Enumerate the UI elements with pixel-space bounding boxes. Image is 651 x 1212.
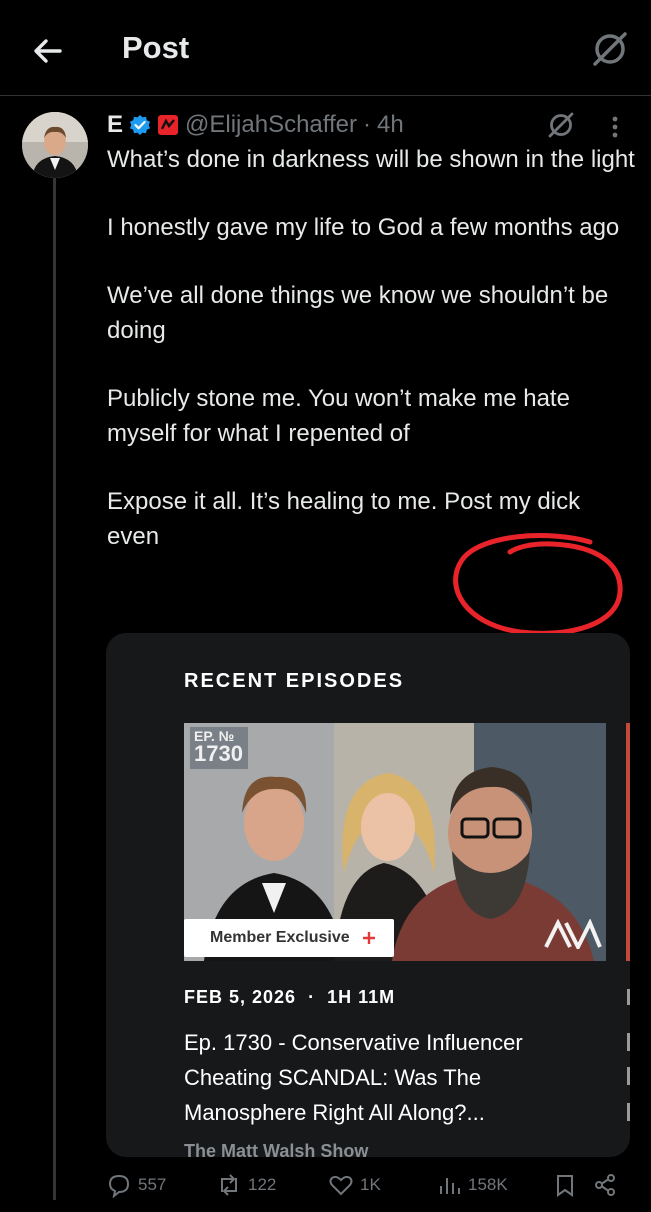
card-heading: RECENT EPISODES [184,670,405,692]
episode-meta: FEB 5, 2026 · 1H 11M [184,987,395,1008]
post-paragraph: I honestly gave my life to God a few mon… [107,214,620,241]
next-card-edge [627,1103,630,1121]
member-exclusive-badge: Member Exclusive [184,919,394,957]
episode-number-label: EP. № 1730 [190,727,248,769]
post-paragraph: Expose it all. It’s healing to me. Post … [107,488,581,550]
post-paragraph: What’s done in darkness will be shown in… [107,146,635,173]
more-options-icon[interactable] [608,112,622,142]
heart-icon [329,1175,353,1196]
episode-card[interactable]: RECENT EPISODES EP. № 1730 Member Exclus… [106,633,630,1157]
badge-label: Member Exclusive [210,929,350,946]
repost-icon [221,1174,237,1196]
meta-separator: · [308,987,316,1007]
view-count: 158K [468,1175,508,1194]
grok-icon[interactable] [590,29,630,69]
back-arrow-icon[interactable] [30,33,66,69]
repost-button[interactable]: 122 [216,1172,276,1198]
post-paragraph: We’ve all done things we know we shouldn… [107,282,609,344]
verified-badge-icon [130,115,151,135]
show-name: The Matt Walsh Show [184,1141,369,1157]
author-handle[interactable]: @ElijahSchaffer [185,111,357,139]
post-header: E @ElijahSchaffer · 4h [107,108,404,142]
next-card-edge [627,989,630,1005]
grok-icon[interactable] [546,110,576,140]
views-icon [440,1178,460,1194]
next-thumbnail-edge [626,723,630,961]
reply-button[interactable]: 557 [106,1172,166,1198]
next-card-edge [627,1033,630,1051]
episode-number-value: 1730 [194,741,243,766]
post-time[interactable]: 4h [377,111,404,139]
episode-thumbnail[interactable]: EP. № 1730 Member Exclusive [184,723,606,961]
plus-icon [362,932,375,944]
bookmark-button[interactable] [552,1172,578,1198]
bookmark-icon [557,1175,573,1197]
repost-count: 122 [248,1175,277,1194]
affiliation-badge-icon[interactable] [157,114,179,136]
episode-duration: 1H 11M [327,987,396,1007]
post-actions: 557 122 1K 158K [106,1172,626,1212]
author-display-name[interactable]: E [107,111,123,139]
header-divider [0,95,651,96]
daily-wire-logo [544,919,602,949]
like-count: 1K [360,1175,381,1194]
time-separator: · [363,111,372,138]
next-card-edge [627,1067,630,1085]
episode-date: FEB 5, 2026 [184,987,297,1007]
avatar[interactable] [22,112,88,178]
like-button[interactable]: 1K [328,1172,381,1198]
post-text: What’s done in darkness will be shown in… [107,142,637,554]
post-paragraph: Publicly stone me. You won’t make me hat… [107,385,570,447]
share-icon [595,1174,615,1196]
episode-title: Ep. 1730 - Conservative Influencer Cheat… [184,1030,523,1125]
top-bar: Post [0,0,651,95]
share-button[interactable] [592,1172,618,1198]
reply-count: 557 [138,1175,167,1194]
thread-line [53,178,56,1200]
views-button[interactable]: 158K [436,1172,508,1198]
reply-icon [108,1174,130,1198]
page-title: Post [122,30,190,65]
